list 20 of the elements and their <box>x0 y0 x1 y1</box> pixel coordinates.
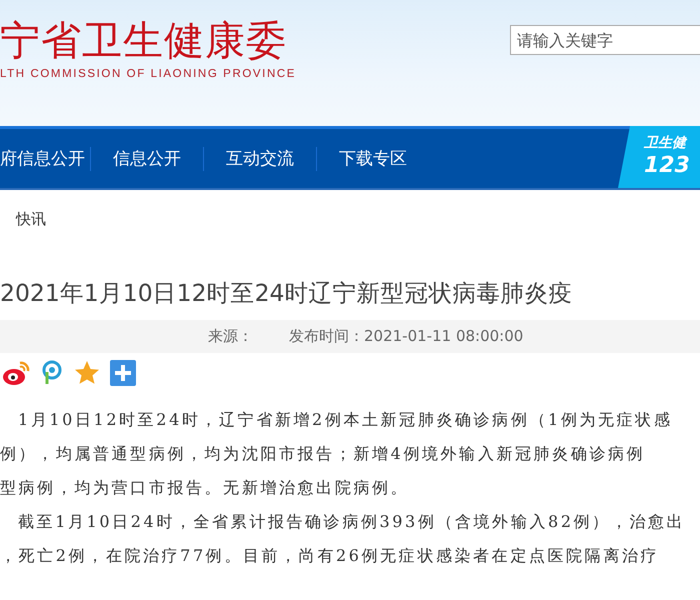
breadcrumb[interactable]: 快讯 <box>0 188 700 238</box>
weibo-share-icon[interactable] <box>2 360 30 386</box>
nav-link[interactable]: 信息公开 <box>90 146 203 170</box>
source-label: 来源： <box>208 327 253 346</box>
site-logo-subtitle: LTH COMMISSION OF LIAONING PROVINCE <box>0 68 296 80</box>
paragraph-line: 1月10日12时至24时，辽宁省新增2例本土新冠肺炎确诊病例（1例为无症状感 <box>17 409 674 431</box>
plus-share-icon[interactable] <box>110 360 136 386</box>
nav-link[interactable]: 下载专区 <box>316 146 429 170</box>
nav-link[interactable]: 府信息公开 <box>0 146 90 170</box>
publish-time: 发布时间：2021-01-11 08:00:00 <box>289 327 524 346</box>
search-field[interactable]: 请输入关键字 <box>510 25 700 55</box>
paragraph-line: 例），均属普通型病例，均为沈阳市报告；新增4例境外输入新冠肺炎确诊病例 <box>0 443 646 465</box>
paragraph-line: 截至1月10日24时，全省累计报告确诊病例393例（含境外输入82例），治愈出 <box>17 511 686 533</box>
paragraph-line: 型病例，均为营口市报告。无新增治愈出院病例。 <box>0 477 410 499</box>
nav-link[interactable]: 互动交流 <box>203 146 316 170</box>
article-title: 2021年1月10日12时至24时辽宁新型冠状病毒肺炎疫 <box>0 278 574 309</box>
paragraph-line: ，死亡2例，在院治疗77例。目前，尚有26例无症状感染者在定点医院隔离治疗 <box>0 545 660 567</box>
site-logo-title: 宁省卫生健康委 <box>0 18 288 64</box>
star-icon[interactable] <box>74 360 100 386</box>
share-circle-icon[interactable] <box>40 360 64 386</box>
